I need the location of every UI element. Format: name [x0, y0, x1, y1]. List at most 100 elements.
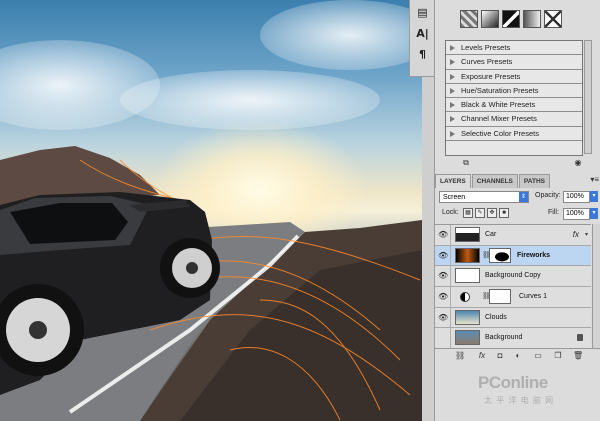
fill-dropdown-icon[interactable]: ▾	[590, 208, 598, 219]
new-adjustment-icon[interactable]: ◐	[513, 351, 523, 361]
lock-pixels-icon[interactable]: ✎	[475, 208, 485, 218]
blend-mode-select[interactable]: Screen ⇕	[439, 191, 529, 203]
adjustment-layer-icon	[460, 291, 470, 302]
adjustments-panel: Levels Presets Curves Presets Exposure P…	[434, 0, 600, 172]
eye-icon[interactable]: 👁	[438, 272, 448, 280]
layer-thumbnail	[455, 309, 480, 325]
eye-toggle-empty[interactable]	[438, 334, 447, 342]
panel-tool-strip: ▤ A| ¶	[409, 0, 435, 77]
eye-icon[interactable]: 👁	[438, 231, 448, 239]
watermark-subtitle: 太 平 洋 电 脑 网	[484, 396, 555, 405]
preset-item[interactable]: Hue/Saturation Presets	[446, 84, 582, 98]
preset-item[interactable]: Exposure Presets	[446, 70, 582, 84]
layer-thumbnail	[455, 247, 480, 263]
lock-label: Lock:	[442, 209, 459, 216]
panel-tabs: LAYERS CHANNELS PATHS	[435, 174, 551, 188]
expand-triangle-icon	[450, 87, 455, 94]
vibrance-icon[interactable]	[460, 10, 478, 28]
layer-row-curves-1[interactable]: 👁 ⛓ Curves 1	[435, 286, 591, 308]
gradient-map-icon[interactable]	[481, 10, 499, 28]
panel-menu-icon[interactable]: ▾≡	[590, 175, 599, 184]
layer-thumbnail	[455, 227, 480, 242]
eye-icon[interactable]: 👁	[438, 251, 448, 260]
preset-item[interactable]: Channel Mixer Presets	[446, 112, 582, 127]
watermark: PConline 太 平 洋 电 脑 网	[478, 373, 598, 413]
expand-triangle-icon	[450, 73, 455, 80]
trash-icon[interactable]: 🗑	[573, 351, 583, 361]
chevron-updown-icon: ⇕	[519, 192, 528, 202]
rear-wheel	[160, 238, 220, 298]
fx-icon[interactable]: fx	[573, 225, 579, 245]
divider	[450, 266, 451, 286]
layers-scrollbar[interactable]	[592, 224, 600, 348]
car-window	[10, 203, 128, 244]
selective-color-icon[interactable]	[544, 10, 562, 28]
layer-row-background-copy[interactable]: 👁 Background Copy	[435, 266, 591, 287]
adjustment-presets-list: Levels Presets Curves Presets Exposure P…	[445, 40, 583, 156]
expand-triangle-icon	[450, 59, 455, 66]
divider	[450, 245, 451, 266]
preset-item[interactable]: Levels Presets	[446, 41, 582, 56]
layer-thumbnail	[455, 268, 480, 284]
threshold-icon[interactable]	[523, 10, 541, 28]
adjustments-footer: ⧉ ◉	[435, 156, 600, 172]
tab-layers[interactable]: LAYERS	[435, 174, 471, 188]
new-group-icon[interactable]: ▭	[533, 351, 543, 361]
layer-name: Clouds	[485, 313, 507, 321]
add-mask-icon[interactable]: ◘	[495, 351, 505, 361]
posterize-icon[interactable]	[502, 10, 520, 28]
clip-to-layer-icon[interactable]: ⧉	[461, 158, 471, 168]
divider	[450, 286, 451, 307]
layer-thumbnail	[455, 330, 480, 346]
layer-mask-thumbnail[interactable]	[489, 247, 511, 263]
adjustment-icons-row	[460, 10, 562, 32]
opacity-label: Opacity:	[535, 192, 561, 199]
preset-item[interactable]: Selective Color Presets	[446, 127, 582, 141]
presets-scrollbar[interactable]	[584, 40, 592, 154]
expand-triangle-icon	[450, 102, 455, 109]
lock-all-icon[interactable]: ■	[499, 208, 509, 218]
scene-artwork	[0, 146, 422, 421]
opacity-dropdown-icon[interactable]: ▾	[590, 191, 598, 202]
layer-name: Fireworks	[517, 251, 551, 259]
layer-list: 👁 Car fx ▾ 👁 ⛓ Fireworks 👁 Background Co…	[435, 224, 591, 349]
expand-triangle-icon	[450, 116, 455, 123]
expand-triangle-icon	[450, 45, 455, 52]
character-icon[interactable]: A|	[414, 25, 431, 42]
preset-item[interactable]: Black & White Presets	[446, 98, 582, 113]
divider	[450, 225, 451, 245]
fill-input[interactable]: 100%	[563, 208, 590, 220]
eye-icon[interactable]: 👁	[438, 313, 448, 322]
expand-effects-icon[interactable]: ▾	[585, 225, 588, 245]
new-layer-icon[interactable]: ❐	[553, 351, 563, 361]
fill-label: Fill:	[548, 209, 559, 216]
layer-row-background[interactable]: Background	[435, 328, 591, 349]
layer-row-fireworks[interactable]: 👁 ⛓ Fireworks	[435, 245, 591, 267]
preset-item[interactable]: Curves Presets	[446, 55, 582, 70]
layer-mask-thumbnail[interactable]	[489, 288, 511, 304]
adjustment-view-icon[interactable]: ◉	[573, 158, 583, 168]
link-layers-icon[interactable]: ⛓	[455, 351, 465, 361]
blend-row: Screen ⇕ Opacity: 100% ▾	[439, 191, 599, 205]
layers-footer: ⛓ fx ◘ ◐ ▭ ❐ 🗑	[435, 348, 600, 363]
lock-transparency-icon[interactable]: ▦	[463, 208, 473, 218]
divider	[450, 328, 451, 348]
lock-position-icon[interactable]: ✥	[487, 208, 497, 218]
add-style-icon[interactable]: fx	[477, 351, 487, 361]
history-icon[interactable]: ▤	[414, 4, 431, 21]
layer-name: Curves 1	[519, 292, 548, 300]
layer-name: Car	[485, 231, 497, 238]
opacity-input[interactable]: 100%	[563, 191, 590, 203]
divider	[450, 307, 451, 328]
layer-row-clouds[interactable]: 👁 Clouds	[435, 307, 591, 329]
tab-channels[interactable]: CHANNELS	[471, 174, 518, 188]
layer-name: Background Copy	[485, 272, 541, 280]
layer-name: Background	[485, 334, 523, 342]
lock-icon	[577, 334, 583, 342]
lock-row: Lock: ▦ ✎ ✥ ■ Fill: 100% ▾	[439, 208, 599, 222]
eye-icon[interactable]: 👁	[438, 292, 448, 301]
layer-row-car[interactable]: 👁 Car fx ▾	[435, 225, 591, 246]
paragraph-icon[interactable]: ¶	[414, 46, 431, 63]
document-canvas[interactable]	[0, 0, 422, 421]
tab-paths[interactable]: PATHS	[518, 174, 550, 188]
